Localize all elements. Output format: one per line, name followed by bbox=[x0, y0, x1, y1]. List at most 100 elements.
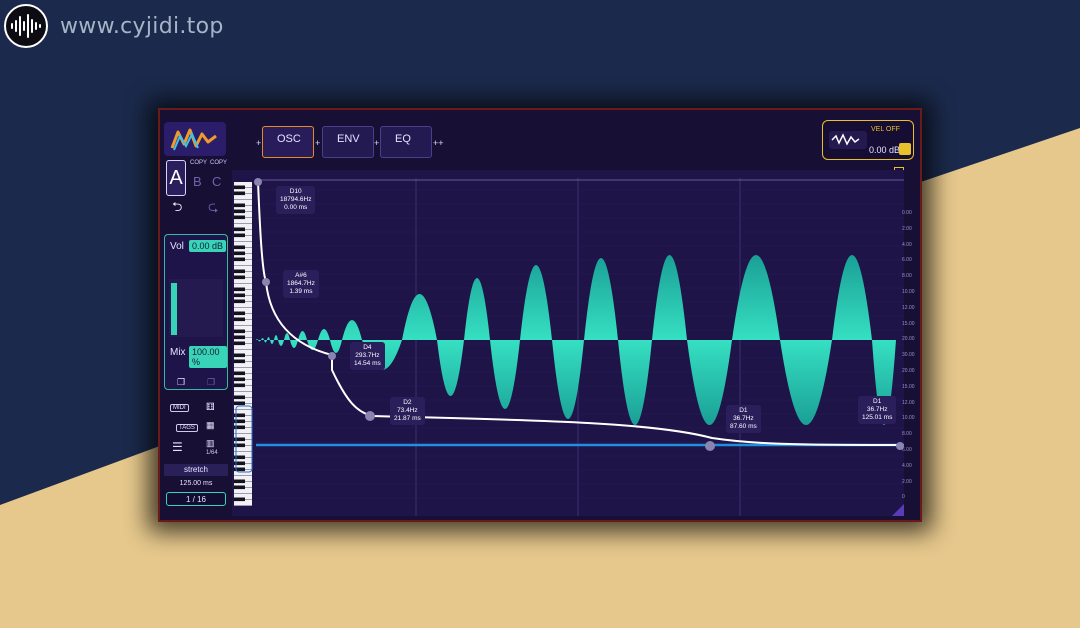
piano-black-key[interactable] bbox=[234, 215, 245, 220]
plus-icon[interactable]: ++ bbox=[433, 138, 444, 148]
scale-tick-label: 20.00 bbox=[902, 368, 915, 374]
envelope-point[interactable] bbox=[254, 178, 262, 186]
mix-slider[interactable] bbox=[169, 279, 223, 337]
gain-toggle[interactable] bbox=[899, 143, 911, 155]
piano-black-key[interactable] bbox=[234, 233, 245, 238]
vol-label: Vol bbox=[170, 241, 184, 252]
scale-tick-label: 10.00 bbox=[902, 289, 915, 295]
point-label-2: A#6 1864.7Hz 1.39 ms bbox=[283, 270, 319, 298]
piano-black-key[interactable] bbox=[234, 383, 245, 388]
copy-c-button[interactable]: COPY bbox=[210, 160, 227, 166]
slot-a-button[interactable]: A bbox=[166, 160, 186, 196]
grid-icon[interactable]: ▦ bbox=[206, 420, 215, 431]
piano-black-key[interactable] bbox=[234, 245, 245, 250]
piano-black-key[interactable] bbox=[234, 401, 245, 406]
point-label-5: D1 36.7Hz 87.60 ms bbox=[726, 405, 761, 433]
piano-black-key[interactable] bbox=[234, 341, 245, 346]
piano-black-key[interactable] bbox=[234, 371, 245, 376]
paste-icon[interactable]: ❐ bbox=[207, 377, 215, 388]
envelope-point[interactable] bbox=[705, 441, 715, 451]
copy-icon[interactable]: ❐ bbox=[177, 377, 185, 388]
piano-black-key[interactable] bbox=[234, 353, 245, 358]
scale-tick-label: 15.00 bbox=[902, 383, 915, 390]
point-label-1: D10 18794.6Hz 0.00 ms bbox=[276, 186, 316, 214]
piano-black-key[interactable] bbox=[234, 395, 245, 400]
dice-icon[interactable]: ⚅ bbox=[206, 402, 215, 413]
slot-b-button[interactable]: B bbox=[193, 174, 202, 189]
plus-icon[interactable]: + bbox=[315, 138, 320, 148]
piano-black-key[interactable] bbox=[234, 287, 245, 292]
point-label-3: D4 293.7Hz 14.54 ms bbox=[350, 342, 385, 370]
piano-black-key[interactable] bbox=[234, 317, 245, 322]
piano-black-key[interactable] bbox=[234, 335, 245, 340]
piano-black-key[interactable] bbox=[234, 275, 245, 280]
scale-tick-label: 8.00 bbox=[902, 273, 912, 280]
scale-tick-label: 12.00 bbox=[902, 304, 915, 311]
waveform-display[interactable] bbox=[232, 170, 904, 516]
vol-input[interactable]: 0.00 dB bbox=[189, 240, 227, 252]
tags-button[interactable]: TAGS bbox=[176, 424, 198, 432]
menu-icon[interactable]: ☰ bbox=[172, 440, 183, 454]
point-label-6: D1 36.7Hz 125.01 ms bbox=[858, 396, 897, 424]
tab-env-label: ENV bbox=[337, 133, 360, 145]
tab-eq-label: EQ bbox=[395, 133, 411, 145]
gain-value[interactable]: 0.00 dB bbox=[869, 145, 900, 155]
redo-icon[interactable]: ⮎ bbox=[208, 198, 218, 220]
scale-tick-label: 12.00 bbox=[902, 399, 915, 406]
division-selector[interactable]: 1 / 16 bbox=[166, 492, 226, 506]
copy-b-button[interactable]: COPY bbox=[190, 160, 207, 166]
stretch-value[interactable]: 125.00 ms bbox=[164, 480, 228, 487]
piano-black-key[interactable] bbox=[234, 299, 245, 304]
piano-black-key[interactable] bbox=[234, 485, 245, 490]
piano-black-key[interactable] bbox=[234, 251, 245, 256]
piano-black-key[interactable] bbox=[234, 209, 245, 214]
piano-black-key[interactable] bbox=[234, 377, 245, 382]
midi-button[interactable]: MIDI bbox=[170, 404, 189, 412]
tab-eq[interactable]: EQ bbox=[380, 126, 432, 158]
volume-mix-box: Vol 0.00 dB Mix 100.00 % ❐ ❐ bbox=[164, 234, 228, 390]
soundwave-icon bbox=[4, 4, 48, 48]
grid-value: 1/64 bbox=[206, 450, 218, 456]
envelope-point[interactable] bbox=[365, 411, 375, 421]
piano-black-key[interactable] bbox=[234, 329, 245, 334]
stretch-label: stretch bbox=[164, 464, 228, 476]
point-label-4: D2 73.4Hz 21.87 ms bbox=[390, 397, 425, 425]
piano-black-key[interactable] bbox=[234, 269, 245, 274]
output-panel: VEL OFF 0.00 dB bbox=[822, 120, 914, 160]
left-panel: COPY COPY A B C ⮌ ⮎ Vol 0.00 dB Mix 100.… bbox=[164, 118, 230, 510]
piano-black-key[interactable] bbox=[234, 227, 245, 232]
envelope-point[interactable] bbox=[262, 278, 270, 286]
scale-tick-label: 6.00 bbox=[902, 447, 912, 453]
mix-label: Mix bbox=[170, 347, 186, 358]
tab-env[interactable]: ENV bbox=[322, 126, 374, 158]
mix-input[interactable]: 100.00 % bbox=[189, 346, 227, 368]
undo-icon[interactable]: ⮌ bbox=[172, 198, 182, 220]
scale-tick-label: 2.00 bbox=[902, 225, 912, 232]
piano-black-key[interactable] bbox=[234, 311, 245, 316]
plus-icon[interactable]: + bbox=[256, 138, 261, 148]
plus-icon[interactable]: + bbox=[374, 138, 379, 148]
scale-tick-label: 30.00 bbox=[902, 352, 915, 359]
tab-osc-label: OSC bbox=[277, 133, 301, 145]
bars-icon: ▥ bbox=[206, 438, 215, 448]
vel-off-label[interactable]: VEL OFF bbox=[871, 126, 900, 133]
mix-slider-fill bbox=[171, 283, 177, 335]
scale-tick-label: 4.00 bbox=[902, 241, 912, 248]
piano-black-key[interactable] bbox=[234, 191, 245, 196]
scale-tick-label: 15.00 bbox=[902, 320, 915, 327]
tab-osc[interactable]: OSC bbox=[262, 126, 314, 158]
scale-tick-label: 10.00 bbox=[902, 415, 915, 422]
scale-tick-label: 2.00 bbox=[902, 478, 912, 485]
waveform-icon[interactable] bbox=[829, 131, 867, 149]
piano-black-key[interactable] bbox=[234, 293, 245, 298]
piano-black-key[interactable] bbox=[234, 203, 245, 208]
watermark-text: www.cyjidi.top bbox=[60, 13, 224, 39]
scale-tick-label: 6.00 bbox=[902, 257, 912, 264]
piano-black-key[interactable] bbox=[234, 359, 245, 364]
piano-black-key[interactable] bbox=[234, 479, 245, 484]
piano-black-key[interactable] bbox=[234, 185, 245, 190]
piano-black-key[interactable] bbox=[234, 257, 245, 262]
slot-c-button[interactable]: C bbox=[212, 174, 221, 189]
envelope-point[interactable] bbox=[328, 352, 336, 360]
piano-black-key[interactable] bbox=[234, 497, 245, 502]
